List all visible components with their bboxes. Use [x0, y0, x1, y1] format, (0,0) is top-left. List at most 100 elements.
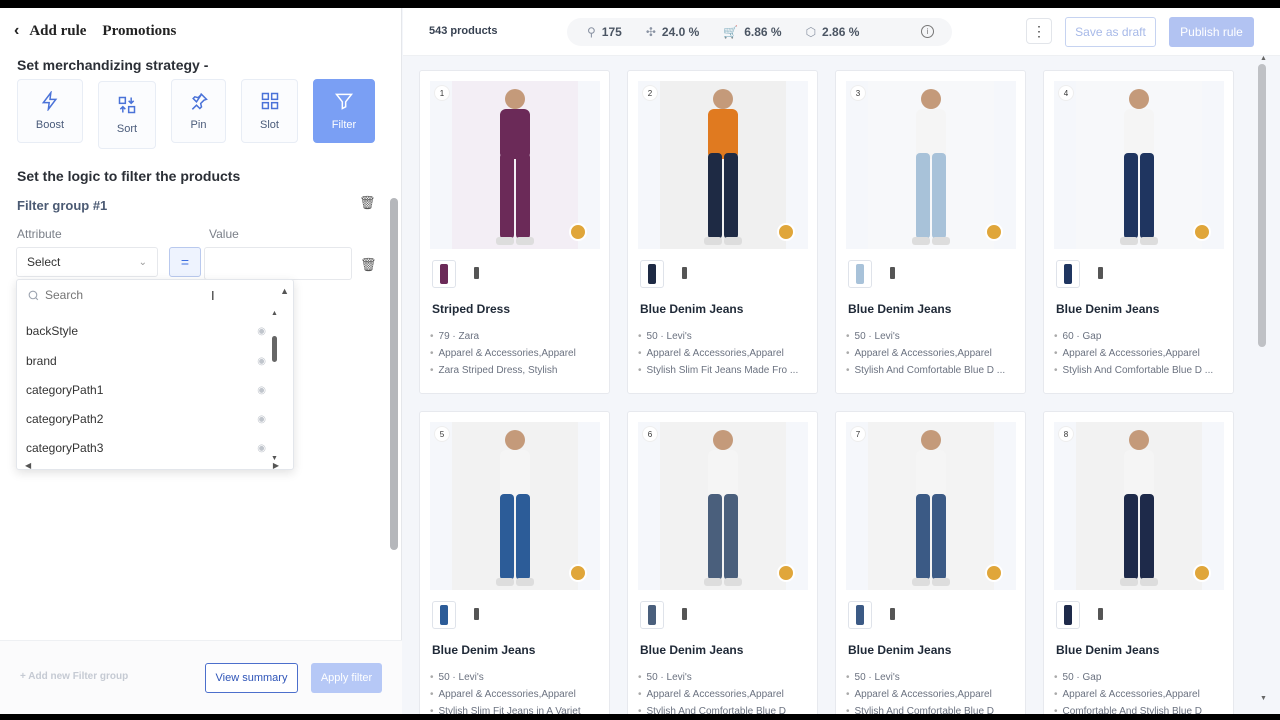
product-photo — [452, 81, 578, 249]
stat-conversion: ⬡ 2.86 % — [806, 25, 860, 39]
strategy-boost-button[interactable]: Boost — [17, 79, 83, 143]
strategy-slot-button[interactable]: Slot — [241, 79, 298, 143]
value-input[interactable] — [204, 247, 352, 280]
scroll-left-icon[interactable]: ◀ — [25, 461, 31, 471]
view-summary-button[interactable]: View summary — [205, 663, 298, 693]
variant-thumb[interactable] — [848, 260, 872, 288]
operator-button[interactable]: = — [169, 247, 201, 277]
dropdown-option[interactable]: categoryPath3 ◉ — [26, 435, 266, 461]
variant-thumb[interactable] — [1090, 262, 1110, 286]
variant-thumb[interactable] — [466, 262, 486, 286]
dropdown-hscrollbar[interactable]: ◀ ▶ — [25, 461, 279, 471]
rank-badge: 5 — [434, 426, 450, 442]
product-card[interactable]: 7 Blue Denim Jeans 50 · Levi's Apparel &… — [835, 411, 1026, 714]
click-icon: ✣ — [645, 25, 656, 39]
attribute-select[interactable]: Select ⌄ — [16, 247, 158, 277]
boost-status-icon[interactable] — [985, 223, 1003, 241]
add-filter-group-button[interactable]: + Add new Filter group — [20, 671, 128, 682]
save-draft-button[interactable]: Save as draft — [1065, 17, 1156, 47]
delete-condition-trash-icon[interactable]: 🗑 — [360, 257, 377, 273]
product-meta-category: Apparel & Accessories,Apparel — [430, 689, 605, 700]
variant-thumb[interactable] — [882, 603, 902, 627]
stat-value: 24.0 % — [661, 25, 700, 39]
product-meta-price-brand: 50 · Gap — [1054, 672, 1229, 683]
scroll-down-icon[interactable]: ▼ — [1260, 695, 1267, 702]
strategy-filter-button[interactable]: Filter — [313, 79, 375, 143]
variant-thumb[interactable] — [882, 262, 902, 286]
variant-thumb[interactable] — [640, 601, 664, 629]
product-card[interactable]: 6 Blue Denim Jeans 50 · Levi's Apparel &… — [627, 411, 818, 714]
sort-icon — [118, 96, 136, 114]
dropdown-option[interactable]: categoryPath2 ◉ — [26, 406, 266, 432]
product-meta-description: Comfortable And Stylish Blue D — [1054, 706, 1229, 714]
scrollbar-thumb[interactable] — [1258, 64, 1266, 347]
back-chevron-icon[interactable]: ‹ — [14, 22, 19, 40]
dropdown-option[interactable]: categoryPath1 ◉ — [26, 377, 266, 403]
eye-icon[interactable]: ◉ — [257, 414, 266, 425]
boost-status-icon[interactable] — [985, 564, 1003, 582]
scroll-up-icon[interactable]: ▲ — [271, 310, 278, 317]
product-card[interactable]: 1 Striped Dress 79 · Zara Apparel & Acce… — [419, 70, 610, 394]
product-meta-category: Apparel & Accessories,Apparel — [1054, 689, 1229, 700]
variant-thumb[interactable] — [640, 260, 664, 288]
strategy-pin-button[interactable]: Pin — [171, 79, 226, 143]
panel-scrollbar[interactable] — [390, 198, 398, 550]
eye-icon[interactable]: ◉ — [257, 326, 266, 337]
rank-badge: 4 — [1058, 85, 1074, 101]
delete-group-trash-icon[interactable]: 🗑 — [359, 195, 376, 211]
variant-thumb[interactable] — [1056, 601, 1080, 629]
rank-badge: 6 — [642, 426, 658, 442]
variant-thumb[interactable] — [432, 601, 456, 629]
variant-thumb[interactable] — [1090, 603, 1110, 627]
product-meta-description: Stylish Slim Fit Jeans Made Fro ... — [638, 365, 813, 376]
boost-status-icon[interactable] — [569, 223, 587, 241]
boost-status-icon[interactable] — [777, 223, 795, 241]
dropdown-scrollbar[interactable]: ▲ ▼ — [271, 310, 279, 462]
grid-scrollbar[interactable]: ▲ ▼ — [1257, 55, 1280, 714]
product-photo — [868, 81, 994, 249]
product-meta-description: Stylish And Comfortable Blue D — [638, 706, 813, 714]
scroll-right-icon[interactable]: ▶ — [273, 461, 279, 471]
eye-icon[interactable]: ◉ — [257, 356, 266, 367]
variant-thumb[interactable] — [1056, 260, 1080, 288]
dropdown-option[interactable]: brand ◉ — [26, 348, 266, 374]
variant-thumb[interactable] — [466, 603, 486, 627]
back-label[interactable]: Add rule — [29, 23, 86, 40]
product-meta-price-brand: 79 · Zara — [430, 331, 605, 342]
product-card[interactable]: 3 Blue Denim Jeans 50 · Levi's Apparel &… — [835, 70, 1026, 394]
boost-status-icon[interactable] — [777, 564, 795, 582]
dropdown-option[interactable]: backStyle ◉ — [26, 318, 266, 344]
product-photo — [660, 422, 786, 590]
scrollbar-thumb[interactable] — [272, 336, 277, 362]
product-name: Blue Denim Jeans — [1056, 643, 1160, 657]
eye-icon[interactable]: ◉ — [257, 443, 266, 454]
product-card[interactable]: 4 Blue Denim Jeans 60 · Gap Apparel & Ac… — [1043, 70, 1234, 394]
box-icon: ⬡ — [805, 25, 817, 39]
more-options-icon[interactable]: ⋮ — [1026, 18, 1052, 44]
boost-status-icon[interactable] — [1193, 223, 1211, 241]
boost-status-icon[interactable] — [1193, 564, 1211, 582]
product-meta-description: Stylish And Comfortable Blue D ... — [846, 365, 1021, 376]
cart-icon: 🛒 — [723, 25, 739, 39]
apply-filter-button[interactable]: Apply filter — [311, 663, 382, 693]
collapse-caret-icon[interactable]: ▲ — [280, 286, 289, 296]
product-photo — [660, 81, 786, 249]
variant-thumb[interactable] — [674, 262, 694, 286]
dropdown-search-input[interactable] — [45, 288, 245, 302]
boost-status-icon[interactable] — [569, 564, 587, 582]
strategy-label: Slot — [260, 119, 279, 131]
variant-thumb[interactable] — [432, 260, 456, 288]
product-card[interactable]: 2 Blue Denim Jeans 50 · Levi's Apparel &… — [627, 70, 818, 394]
info-icon[interactable]: i — [921, 25, 934, 38]
rank-badge: 3 — [850, 85, 866, 101]
strategy-sort-button[interactable]: Sort — [98, 81, 156, 149]
value-label: Value — [209, 227, 239, 241]
product-meta-price-brand: 50 · Levi's — [638, 331, 813, 342]
eye-icon[interactable]: ◉ — [257, 385, 266, 396]
variant-thumb[interactable] — [848, 601, 872, 629]
variant-thumb[interactable] — [674, 603, 694, 627]
publish-rule-button[interactable]: Publish rule — [1169, 17, 1254, 47]
scroll-up-icon[interactable]: ▲ — [1260, 55, 1267, 62]
product-card[interactable]: 5 Blue Denim Jeans 50 · Levi's Apparel &… — [419, 411, 610, 714]
product-card[interactable]: 8 Blue Denim Jeans 50 · Gap Apparel & Ac… — [1043, 411, 1234, 714]
